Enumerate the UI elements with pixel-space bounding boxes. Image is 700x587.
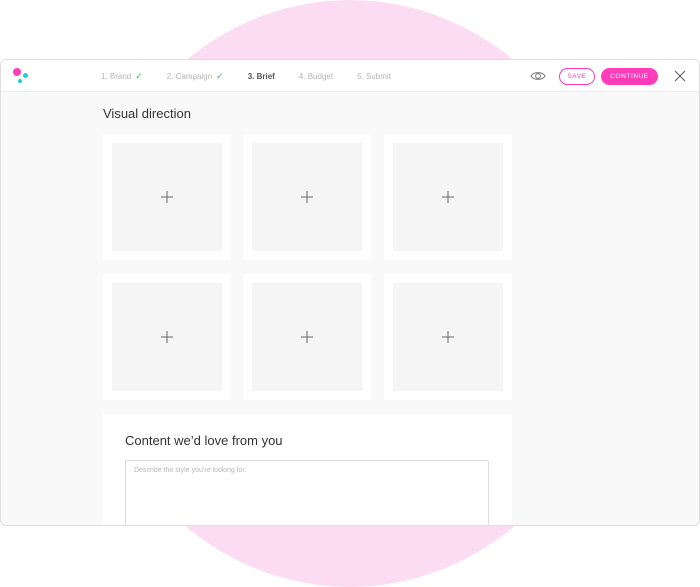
image-upload-tile[interactable] — [243, 274, 371, 400]
logo-dot-cyan — [23, 73, 28, 78]
plus-icon — [161, 191, 173, 203]
logo-dot-pink — [13, 68, 21, 76]
step-label: 3. Brief — [247, 71, 275, 81]
check-icon: ✓ — [135, 70, 143, 81]
tile-dropzone[interactable] — [252, 143, 362, 251]
step-campaign[interactable]: 2. Campaign ✓ — [167, 71, 224, 82]
step-brand[interactable]: 1. Brand ✓ — [101, 71, 143, 82]
step-label: 2. Campaign — [166, 71, 213, 81]
tile-dropzone[interactable] — [393, 143, 503, 251]
logo — [13, 68, 31, 84]
close-button[interactable] — [673, 69, 687, 83]
image-upload-tile[interactable] — [103, 134, 231, 260]
step-navigation: 1. Brand ✓ 2. Campaign ✓ 3. Brief 4. Bud… — [101, 60, 415, 92]
section-title-visual-direction: Visual direction — [103, 106, 191, 121]
close-icon — [674, 70, 686, 82]
app-window: 1. Brand ✓ 2. Campaign ✓ 3. Brief 4. Bud… — [0, 59, 700, 526]
step-label: 4. Budget — [298, 71, 334, 81]
tile-dropzone[interactable] — [393, 283, 503, 391]
step-label: 1. Brand — [101, 71, 132, 81]
plus-icon — [301, 191, 313, 203]
image-upload-tile[interactable] — [103, 274, 231, 400]
tile-dropzone[interactable] — [112, 283, 222, 391]
step-budget[interactable]: 4. Budget — [299, 72, 333, 81]
content-title: Content we’d love from you — [125, 433, 283, 448]
image-upload-tile[interactable] — [243, 134, 371, 260]
content-card: Content we’d love from you — [103, 414, 512, 525]
logo-dot-cyan-small — [18, 79, 22, 83]
tile-dropzone[interactable] — [252, 283, 362, 391]
check-icon: ✓ — [216, 70, 224, 81]
eye-icon — [530, 72, 546, 80]
step-brief[interactable]: 3. Brief — [248, 72, 275, 81]
plus-icon — [301, 331, 313, 343]
continue-button[interactable]: CONTINUE — [601, 68, 658, 85]
image-upload-tile[interactable] — [384, 274, 512, 400]
plus-icon — [442, 191, 454, 203]
save-button[interactable]: SAVE — [559, 68, 595, 85]
plus-icon — [442, 331, 454, 343]
top-bar: 1. Brand ✓ 2. Campaign ✓ 3. Brief 4. Bud… — [1, 60, 699, 92]
step-label: 5. Submit — [357, 71, 391, 81]
plus-icon — [161, 331, 173, 343]
image-upload-tile[interactable] — [384, 134, 512, 260]
step-submit[interactable]: 5. Submit — [357, 72, 391, 81]
preview-button[interactable] — [530, 69, 546, 83]
content-description-input[interactable] — [125, 460, 489, 525]
tile-dropzone[interactable] — [112, 143, 222, 251]
